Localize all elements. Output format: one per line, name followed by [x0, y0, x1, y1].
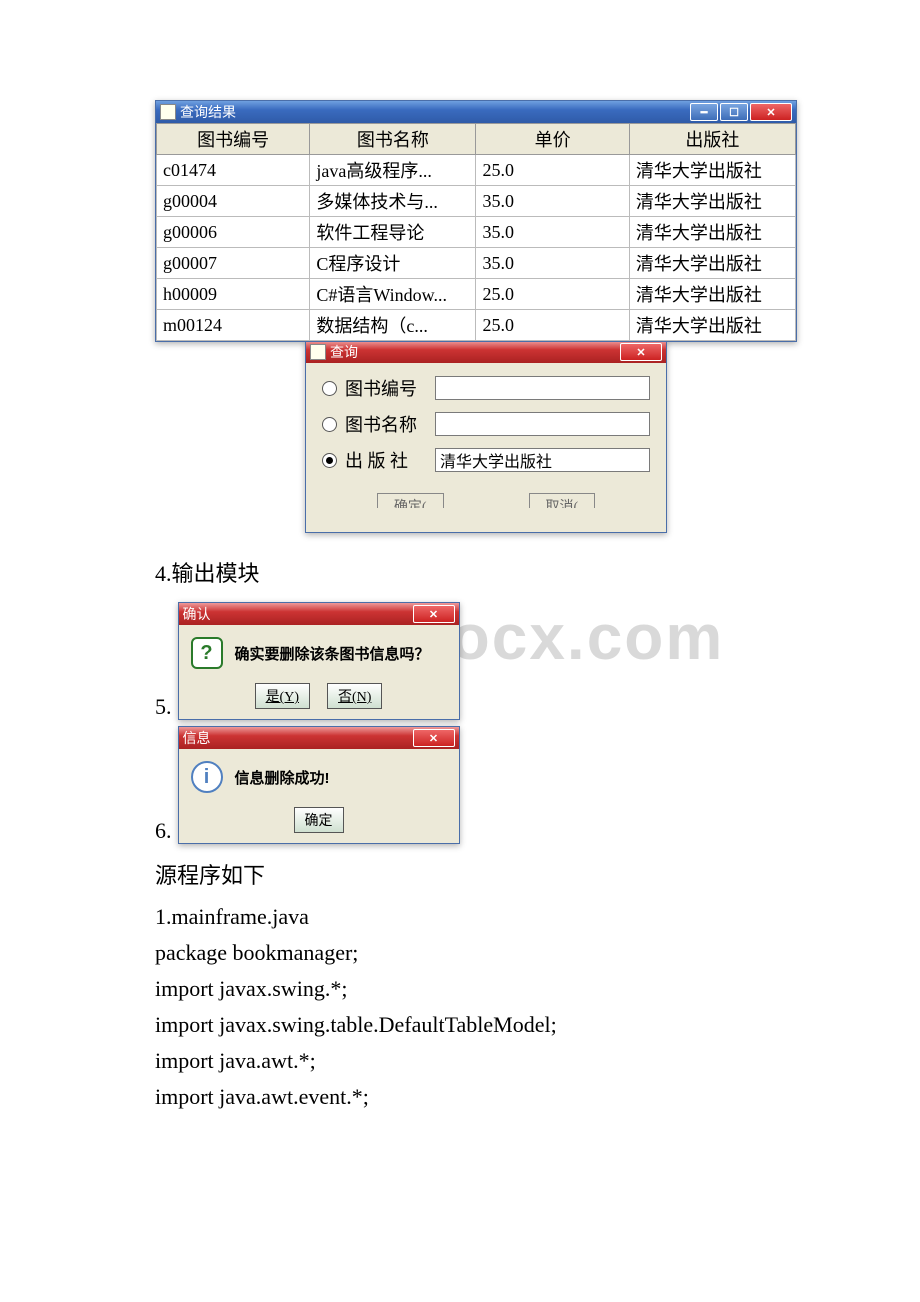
col-id: 图书编号	[157, 124, 310, 155]
maximize-button[interactable]: ☐	[720, 103, 748, 121]
table-row[interactable]: g00004 多媒体技术与... 35.0 清华大学出版社	[157, 186, 796, 217]
info-message: 信息删除成功!	[235, 767, 330, 788]
confirm-titlebar: 确认 ✕	[179, 603, 459, 625]
list-num-6: 6.	[155, 818, 172, 844]
heading-source: 源程序如下	[155, 858, 765, 890]
results-window: 查询结果 ━ ☐ ✕ 图书编号 图书名称 单价 出版社 c01474 java高…	[155, 100, 797, 342]
cell-publisher: 清华大学出版社	[629, 279, 795, 310]
cell-publisher: 清华大学出版社	[629, 310, 795, 341]
cell-price: 35.0	[476, 248, 629, 279]
input-book-id[interactable]	[435, 376, 650, 400]
list-num-5: 5.	[155, 694, 172, 720]
table-row[interactable]: m00124 数据结构（c... 25.0 清华大学出版社	[157, 310, 796, 341]
info-titlebar: 信息 ✕	[179, 727, 459, 749]
info-title: 信息	[183, 728, 413, 748]
cell-name: 多媒体技术与...	[310, 186, 476, 217]
info-icon: i	[191, 761, 223, 793]
label-publisher: 出 版 社	[345, 447, 435, 473]
no-button[interactable]: 否(N)	[327, 683, 382, 709]
cell-price: 35.0	[476, 186, 629, 217]
label-book-name: 图书名称	[345, 411, 435, 437]
cell-price: 25.0	[476, 279, 629, 310]
radio-book-id[interactable]	[322, 381, 337, 396]
confirm-title: 确认	[183, 604, 413, 624]
results-title: 查询结果	[180, 102, 690, 122]
cell-id: c01474	[157, 155, 310, 186]
table-row[interactable]: g00007 C程序设计 35.0 清华大学出版社	[157, 248, 796, 279]
ok-button[interactable]: 确定	[294, 807, 344, 833]
table-row[interactable]: c01474 java高级程序... 25.0 清华大学出版社	[157, 155, 796, 186]
col-name: 图书名称	[310, 124, 476, 155]
cell-id: m00124	[157, 310, 310, 341]
cell-price: 25.0	[476, 155, 629, 186]
results-table: 图书编号 图书名称 单价 出版社 c01474 java高级程序... 25.0…	[156, 123, 796, 341]
code-line: 1.mainframe.java	[155, 904, 765, 930]
code-line: import javax.swing.table.DefaultTableMod…	[155, 1012, 765, 1038]
label-book-id: 图书编号	[345, 375, 435, 401]
code-line: import java.awt.event.*;	[155, 1084, 765, 1110]
ok-button-partial[interactable]: 确定(	[377, 493, 444, 508]
cancel-button-partial[interactable]: 取消(	[529, 493, 596, 508]
results-titlebar: 查询结果 ━ ☐ ✕	[156, 101, 796, 123]
close-button[interactable]: ✕	[413, 729, 455, 747]
confirm-dialog: 确认 ✕ ? 确实要删除该条图书信息吗？ 是(Y) 否(N)	[178, 602, 460, 720]
cell-publisher: 清华大学出版社	[629, 248, 795, 279]
input-publisher[interactable]	[435, 448, 650, 472]
close-button[interactable]: ✕	[620, 343, 662, 361]
cell-name: 软件工程导论	[310, 217, 476, 248]
code-line: package bookmanager;	[155, 940, 765, 966]
radio-publisher[interactable]	[322, 453, 337, 468]
cell-price: 35.0	[476, 217, 629, 248]
cell-id: g00007	[157, 248, 310, 279]
java-icon	[310, 344, 326, 360]
col-price: 单价	[476, 124, 629, 155]
code-line: import javax.swing.*;	[155, 976, 765, 1002]
cell-name: C#语言Window...	[310, 279, 476, 310]
info-dialog: 信息 ✕ i 信息删除成功! 确定	[178, 726, 460, 844]
cell-name: 数据结构（c...	[310, 310, 476, 341]
input-book-name[interactable]	[435, 412, 650, 436]
cell-name: java高级程序...	[310, 155, 476, 186]
cell-id: g00004	[157, 186, 310, 217]
col-publisher: 出版社	[629, 124, 795, 155]
close-button[interactable]: ✕	[750, 103, 792, 121]
cell-publisher: 清华大学出版社	[629, 155, 795, 186]
code-line: import java.awt.*;	[155, 1048, 765, 1074]
table-row[interactable]: g00006 软件工程导论 35.0 清华大学出版社	[157, 217, 796, 248]
table-header-row: 图书编号 图书名称 单价 出版社	[157, 124, 796, 155]
query-dialog: 查询 ✕ 图书编号 图书名称	[305, 342, 667, 533]
cell-id: h00009	[157, 279, 310, 310]
query-title: 查询	[330, 342, 620, 362]
heading-output-module: 4.输出模块	[155, 556, 765, 588]
cell-price: 25.0	[476, 310, 629, 341]
minimize-button[interactable]: ━	[690, 103, 718, 121]
confirm-message: 确实要删除该条图书信息吗？	[235, 643, 430, 664]
yes-button[interactable]: 是(Y)	[255, 683, 310, 709]
cell-publisher: 清华大学出版社	[629, 217, 795, 248]
java-icon	[160, 104, 176, 120]
cell-name: C程序设计	[310, 248, 476, 279]
question-icon: ?	[191, 637, 223, 669]
cell-publisher: 清华大学出版社	[629, 186, 795, 217]
close-button[interactable]: ✕	[413, 605, 455, 623]
cell-id: g00006	[157, 217, 310, 248]
query-titlebar: 查询 ✕	[306, 342, 666, 363]
radio-book-name[interactable]	[322, 417, 337, 432]
table-row[interactable]: h00009 C#语言Window... 25.0 清华大学出版社	[157, 279, 796, 310]
